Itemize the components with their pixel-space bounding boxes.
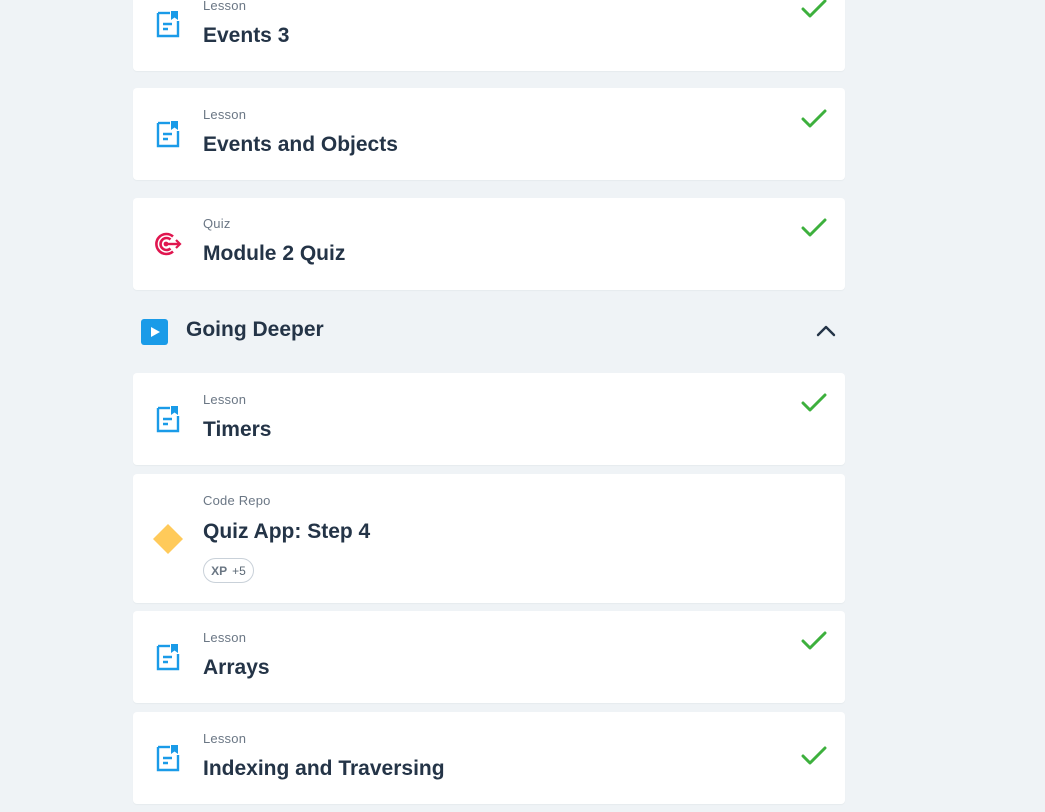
check-icon — [801, 109, 827, 128]
item-title: Indexing and Traversing — [203, 757, 445, 780]
list-item[interactable]: Lesson Events 3 — [133, 0, 845, 71]
document-icon — [156, 745, 180, 772]
item-type-label: Lesson — [203, 0, 247, 13]
item-title: Quiz App: Step 4 — [203, 520, 371, 543]
item-type-label: Quiz — [203, 216, 231, 231]
chevron-up-icon[interactable] — [815, 322, 837, 338]
xp-value: +5 — [232, 563, 246, 578]
section-header[interactable]: Going Deeper — [133, 306, 845, 356]
item-title: Timers — [203, 418, 272, 441]
check-icon — [801, 0, 827, 18]
document-icon — [156, 121, 180, 148]
document-icon — [156, 406, 180, 433]
check-icon — [801, 746, 827, 765]
list-item[interactable]: Lesson Timers — [133, 373, 845, 465]
list-item[interactable]: Lesson Indexing and Traversing — [133, 712, 845, 804]
check-icon — [801, 218, 827, 237]
list-item[interactable]: Code Repo Quiz App: Step 4 XP +5 — [133, 474, 845, 603]
item-type-label: Lesson — [203, 392, 247, 407]
document-icon — [156, 644, 180, 671]
xp-label: XP — [211, 563, 228, 578]
item-type-label: Code Repo — [203, 493, 271, 508]
xp-badge: XP +5 — [203, 558, 254, 583]
item-type-label: Lesson — [203, 107, 247, 122]
check-icon — [801, 631, 827, 650]
item-type-label: Lesson — [203, 731, 247, 746]
target-icon — [155, 232, 182, 256]
item-title: Events 3 — [203, 24, 290, 47]
diamond-icon — [153, 524, 183, 554]
list-item[interactable]: Quiz Module 2 Quiz — [133, 198, 845, 290]
section-title: Going Deeper — [186, 318, 324, 341]
item-title: Module 2 Quiz — [203, 242, 346, 265]
play-icon — [141, 319, 168, 345]
item-type-label: Lesson — [203, 630, 247, 645]
list-item[interactable]: Lesson Arrays — [133, 611, 845, 703]
check-icon — [801, 393, 827, 412]
item-title: Arrays — [203, 656, 270, 679]
list-item[interactable]: Lesson Events and Objects — [133, 88, 845, 180]
document-icon — [156, 11, 180, 38]
item-title: Events and Objects — [203, 133, 398, 156]
